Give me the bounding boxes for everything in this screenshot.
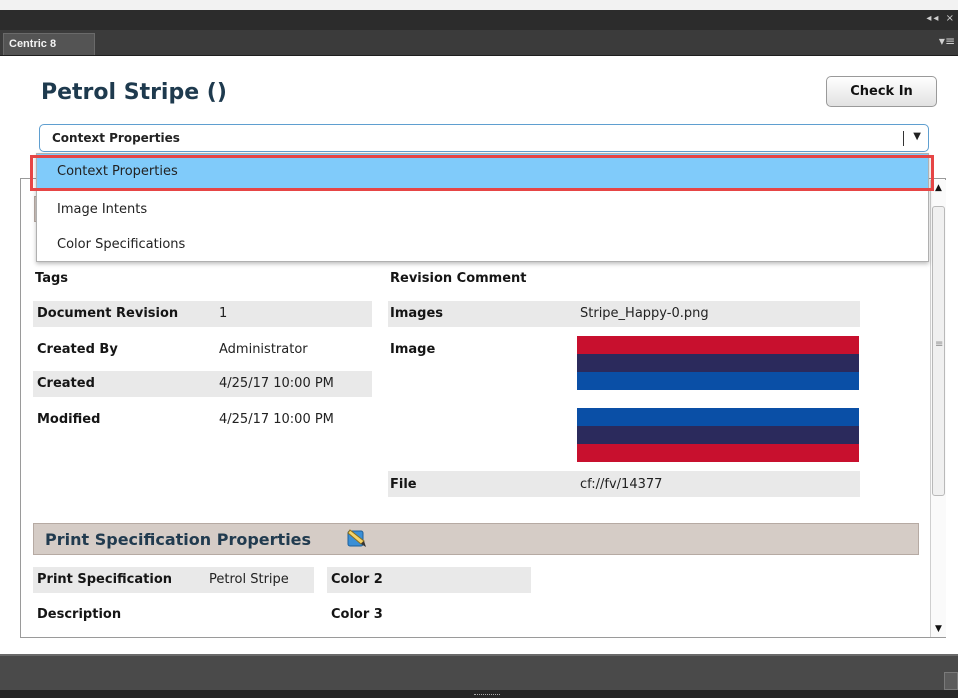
edit-pencil-icon[interactable] xyxy=(346,528,368,550)
window-title-bar: ◂◂ × xyxy=(0,10,958,30)
print-spec-section-title: Print Specification Properties xyxy=(45,530,312,549)
stripe-band-red xyxy=(577,336,859,354)
context-select[interactable]: Context Properties ▼ xyxy=(39,124,929,152)
page-title: Petrol Stripe () xyxy=(41,80,227,105)
vertical-scrollbar[interactable]: ▲ ≡ ▼ xyxy=(930,180,946,637)
corner-resize-button[interactable] xyxy=(944,672,958,690)
stripe-band-navy xyxy=(577,426,859,444)
print-specification-value: Petrol Stripe xyxy=(209,572,289,587)
revision-comment-label: Revision Comment xyxy=(390,271,527,286)
dropdown-option-image-intents[interactable]: Image Intents xyxy=(37,192,928,228)
stripe-band-blue xyxy=(577,372,859,390)
context-dropdown-list: Context Properties Image Intents Color S… xyxy=(36,153,929,262)
bottom-panel-bar xyxy=(0,654,958,690)
image-label: Image xyxy=(390,342,436,357)
stripe-image-thumbnail[interactable] xyxy=(577,408,859,462)
scroll-up-arrow-icon[interactable]: ▲ xyxy=(931,180,946,196)
description-label: Description xyxy=(37,607,122,622)
panel-tab-centric[interactable]: Centric 8 xyxy=(3,33,95,55)
created-by-value: Administrator xyxy=(219,342,308,357)
file-value[interactable]: cf://fv/14377 xyxy=(580,477,662,492)
dropdown-option-context-properties[interactable]: Context Properties xyxy=(37,154,928,190)
file-label: File xyxy=(390,477,417,492)
modified-label: Modified xyxy=(37,412,101,427)
stripe-image-preview[interactable] xyxy=(577,336,859,390)
dropdown-option-color-specifications[interactable]: Color Specifications xyxy=(37,227,928,263)
created-by-label: Created By xyxy=(37,342,118,357)
images-value[interactable]: Stripe_Happy-0.png xyxy=(580,306,709,321)
print-spec-section-header[interactable]: Print Specification Properties xyxy=(33,523,919,555)
document-revision-value: 1 xyxy=(219,306,228,321)
select-divider xyxy=(903,131,904,146)
panel-tab-bar: Centric 8 ▾≡ xyxy=(0,30,958,56)
print-specification-label: Print Specification xyxy=(37,572,173,587)
context-select-value: Context Properties xyxy=(52,131,180,145)
grip-icon: ≡ xyxy=(935,339,944,350)
document-revision-label: Document Revision xyxy=(37,306,179,321)
images-label: Images xyxy=(390,306,444,321)
resize-grip-icon[interactable] xyxy=(474,694,500,696)
created-label: Created xyxy=(37,376,95,391)
created-value: 4/25/17 10:00 PM xyxy=(219,376,334,391)
stripe-band-red xyxy=(577,444,859,462)
color-3-label: Color 3 xyxy=(331,607,383,622)
stripe-band-blue xyxy=(577,408,859,426)
tags-label: Tags xyxy=(35,271,69,286)
check-in-button[interactable]: Check In xyxy=(826,76,937,107)
chevron-down-icon[interactable]: ▼ xyxy=(913,131,921,142)
scroll-down-arrow-icon[interactable]: ▼ xyxy=(931,621,946,637)
window-controls[interactable]: ◂◂ × xyxy=(926,13,956,24)
top-strip xyxy=(0,0,958,10)
panel-menu-icon[interactable]: ▾≡ xyxy=(939,34,955,48)
modified-value: 4/25/17 10:00 PM xyxy=(219,412,334,427)
stripe-band-navy xyxy=(577,354,859,372)
scroll-thumb[interactable]: ≡ xyxy=(932,206,945,496)
color-2-label: Color 2 xyxy=(331,572,383,587)
